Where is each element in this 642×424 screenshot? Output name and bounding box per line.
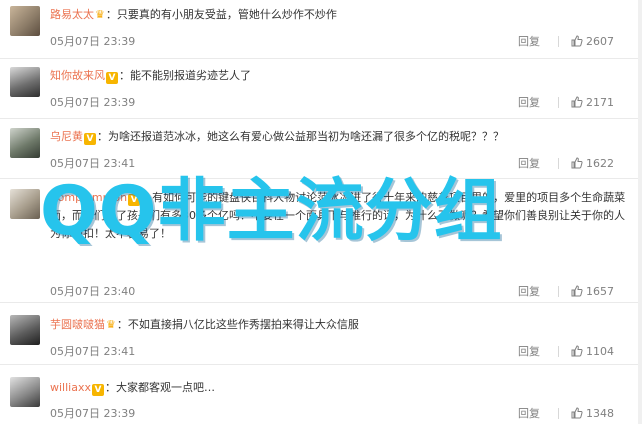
comment-username[interactable]: 知你故来风 <box>50 69 105 82</box>
thumbs-up-icon <box>571 407 583 419</box>
like-count: 1348 <box>586 406 614 420</box>
divider <box>558 35 559 47</box>
comment-timestamp: 05月07日 23:40 <box>50 285 136 298</box>
like-button[interactable]: 1348 <box>571 407 614 420</box>
reply-button[interactable]: 回复 <box>518 283 540 299</box>
comment-text: 芋圆啵啵猫♛：不如直接捐八亿比这些作秀摆拍来得让大众信服 <box>50 316 634 334</box>
thumbs-up-icon <box>571 157 583 169</box>
comment-item: 知你故来风 V ：能不能别报道劣迹艺人了 05月07日 23:39 回复 2171 <box>0 59 642 119</box>
comment-text: Complemmon V ：有如何可能的键盘侠百科人物讨论范冰冰进了行十年来的慈善项… <box>50 189 632 261</box>
divider <box>558 345 559 357</box>
comment-timestamp: 05月07日 23:39 <box>50 35 136 48</box>
like-button[interactable]: 2171 <box>571 96 614 109</box>
comment-timestamp: 05月07日 23:41 <box>50 157 136 170</box>
comment-item: Complemmon V ：有如何可能的键盘侠百科人物讨论范冰冰进了行十年来的慈善项… <box>0 179 642 303</box>
comment-body: ：只要真的有小朋友受益，管她什么炒作不炒作 <box>105 8 337 21</box>
comment-username[interactable]: 乌尼黄 <box>50 130 83 143</box>
comment-body: ：为啥还报道范冰冰，她这么有爱心做公益那当初为啥还漏了很多个亿的税呢？？？ <box>97 130 504 143</box>
divider <box>558 96 559 108</box>
like-button[interactable]: 1657 <box>571 285 614 298</box>
comment-item: williaxx V ：大家都客观一点吧… 05月07日 23:39 回复 1348 <box>0 365 642 424</box>
like-count: 1622 <box>586 156 614 170</box>
reply-button[interactable]: 回复 <box>518 155 540 171</box>
comment-timestamp: 05月07日 23:41 <box>50 345 136 358</box>
reply-button[interactable]: 回复 <box>518 94 540 110</box>
divider <box>558 407 559 419</box>
comment-username[interactable]: williaxx <box>50 381 91 394</box>
scrollbar[interactable] <box>638 0 642 424</box>
reply-button[interactable]: 回复 <box>518 33 540 49</box>
comment-actions: 回复 2171 <box>518 94 614 110</box>
comment-text: 乌尼黄 V ：为啥还报道范冰冰，她这么有爱心做公益那当初为啥还漏了很多个亿的税呢？？… <box>50 128 634 146</box>
comment-item: 乌尼黄 V ：为啥还报道范冰冰，她这么有爱心做公益那当初为啥还漏了很多个亿的税呢？？… <box>0 119 642 179</box>
like-count: 1104 <box>586 344 614 358</box>
comment-body: ：不如直接捐八亿比这些作秀摆拍来得让大众信服 <box>116 318 359 331</box>
crown-badge-icon: ♛ <box>95 8 105 21</box>
comment-username[interactable]: 芋圆啵啵猫 <box>50 318 105 331</box>
thumbs-up-icon <box>571 96 583 108</box>
comment-timestamp: 05月07日 23:39 <box>50 96 136 109</box>
comment-actions: 回复 1104 <box>518 343 614 359</box>
comment-body: ：大家都客观一点吧… <box>104 381 215 394</box>
avatar[interactable] <box>10 315 40 345</box>
thumbs-up-icon <box>571 285 583 297</box>
avatar[interactable] <box>10 67 40 97</box>
comment-actions: 回复 1657 <box>518 283 614 299</box>
comment-item: 路易太太♛：只要真的有小朋友受益，管她什么炒作不炒作 05月07日 23:39 … <box>0 0 642 59</box>
thumbs-up-icon <box>571 345 583 357</box>
comment-text: 知你故来风 V ：能不能别报道劣迹艺人了 <box>50 67 634 85</box>
v-badge-icon: V <box>128 194 141 206</box>
comment-username[interactable]: 路易太太 <box>50 8 94 21</box>
comment-item: 芋圆啵啵猫♛：不如直接捐八亿比这些作秀摆拍来得让大众信服 05月07日 23:4… <box>0 303 642 365</box>
like-button[interactable]: 1622 <box>571 157 614 170</box>
v-badge-icon: V <box>91 384 104 396</box>
avatar[interactable] <box>10 128 40 158</box>
comment-text: 路易太太♛：只要真的有小朋友受益，管她什么炒作不炒作 <box>50 6 634 24</box>
avatar[interactable] <box>10 377 40 407</box>
thumbs-up-icon <box>571 35 583 47</box>
comment-actions: 回复 1348 <box>518 405 614 421</box>
avatar[interactable] <box>10 189 40 219</box>
like-count: 1657 <box>586 284 614 298</box>
comment-actions: 回复 2607 <box>518 33 614 49</box>
avatar[interactable] <box>10 6 40 36</box>
reply-button[interactable]: 回复 <box>518 343 540 359</box>
v-badge-icon: V <box>106 72 118 84</box>
comment-text: williaxx V ：大家都客观一点吧… <box>50 379 634 397</box>
comment-body: ：能不能别报道劣迹艺人了 <box>119 69 251 82</box>
like-button[interactable]: 1104 <box>571 345 614 358</box>
comment-username[interactable]: Complemmon <box>50 191 127 204</box>
comment-actions: 回复 1622 <box>518 155 614 171</box>
like-button[interactable]: 2607 <box>571 35 614 48</box>
like-count: 2607 <box>586 34 614 48</box>
divider <box>558 157 559 169</box>
divider <box>558 285 559 297</box>
like-count: 2171 <box>586 95 614 109</box>
crown-badge-icon: ♛ <box>106 318 116 331</box>
v-badge-icon: V <box>84 133 96 145</box>
reply-button[interactable]: 回复 <box>518 405 540 421</box>
comment-timestamp: 05月07日 23:39 <box>50 407 136 420</box>
